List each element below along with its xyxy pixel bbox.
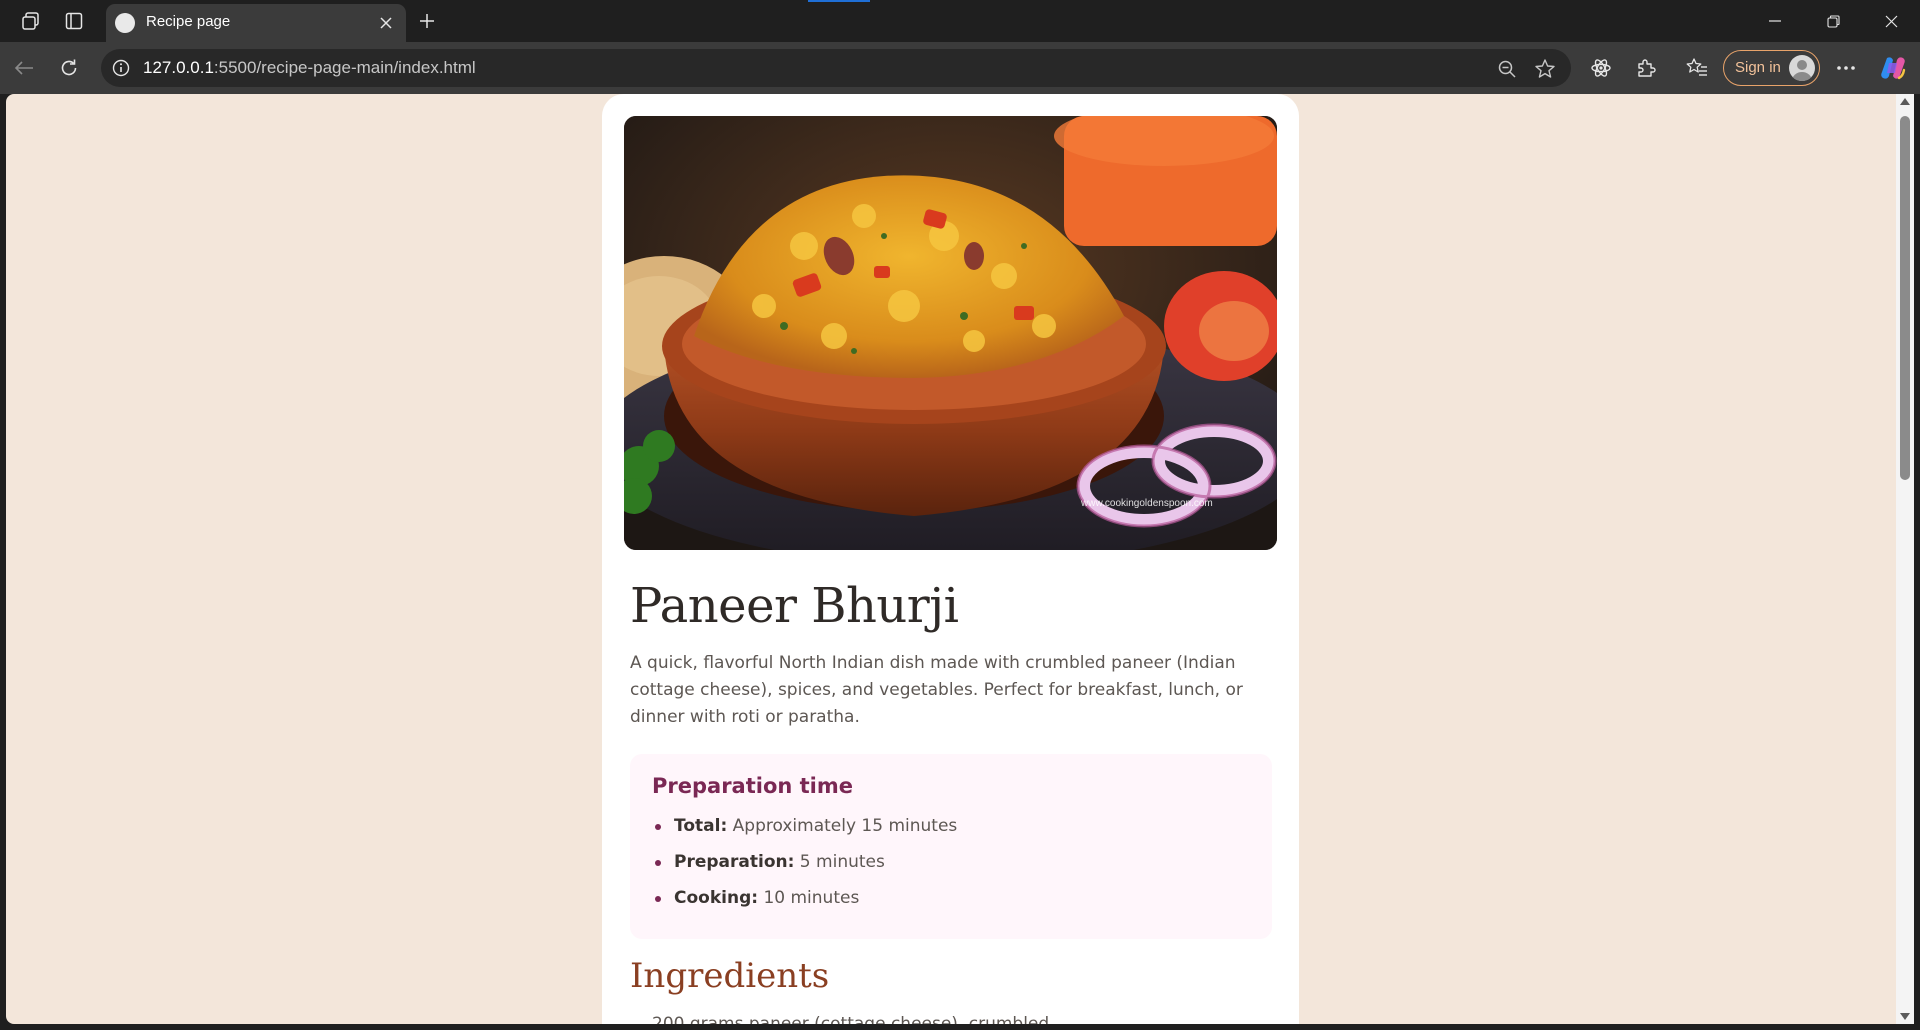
ingredient-item-partial: 200 grams paneer (cottage cheese), crumb… bbox=[652, 1014, 1050, 1024]
recipe-title: Paneer Bhurji bbox=[630, 578, 959, 634]
prep-item-value: Approximately 15 minutes bbox=[727, 816, 958, 836]
zoom-out-icon[interactable] bbox=[1495, 57, 1519, 81]
close-tab-icon[interactable] bbox=[376, 13, 396, 33]
site-info-icon[interactable] bbox=[111, 58, 131, 78]
recipe-card: www.cookingoldenspoon.com Paneer Bhurji … bbox=[602, 94, 1299, 1024]
url-path: :5500/recipe-page-main/index.html bbox=[213, 58, 476, 77]
workspaces-icon[interactable] bbox=[16, 7, 46, 35]
prep-item-label: Preparation: bbox=[674, 852, 795, 872]
more-options-icon[interactable] bbox=[1829, 51, 1863, 85]
scroll-down-icon[interactable] bbox=[1900, 1013, 1910, 1020]
sign-in-label: Sign in bbox=[1735, 59, 1781, 76]
sign-in-button[interactable]: Sign in bbox=[1723, 50, 1820, 86]
page-favicon-icon bbox=[115, 13, 135, 33]
extensions-icon[interactable] bbox=[1629, 51, 1663, 85]
prep-item-label: Total: bbox=[674, 816, 728, 836]
prep-item-label: Cooking: bbox=[674, 888, 759, 908]
recipe-image: www.cookingoldenspoon.com bbox=[624, 116, 1277, 550]
restore-icon[interactable] bbox=[1805, 0, 1861, 42]
url-text[interactable]: 127.0.0.1:5500/recipe-page-main/index.ht… bbox=[143, 58, 476, 78]
favorites-collection-icon[interactable] bbox=[1680, 51, 1714, 85]
preparation-heading: Preparation time bbox=[652, 774, 854, 798]
refresh-icon[interactable] bbox=[52, 51, 86, 85]
prep-item-value: 5 minutes bbox=[794, 852, 885, 872]
address-bar[interactable]: 127.0.0.1:5500/recipe-page-main/index.ht… bbox=[101, 49, 1571, 87]
scroll-up-icon[interactable] bbox=[1900, 98, 1910, 105]
copilot-icon[interactable] bbox=[1876, 51, 1910, 85]
tab-actions-icon[interactable] bbox=[59, 7, 89, 35]
page-viewport: www.cookingoldenspoon.com Paneer Bhurji … bbox=[6, 94, 1896, 1024]
avatar-icon bbox=[1789, 55, 1815, 81]
new-tab-icon[interactable] bbox=[412, 7, 442, 35]
image-watermark: www.cookingoldenspoon.com bbox=[1081, 498, 1213, 509]
window-bottom-edge bbox=[0, 1024, 1920, 1030]
prep-item-value: 10 minutes bbox=[758, 888, 860, 908]
preparation-time-box: Preparation time Total: Approximately 15… bbox=[630, 754, 1272, 939]
preparation-list: Total: Approximately 15 minutes Preparat… bbox=[652, 816, 957, 924]
minimize-icon[interactable] bbox=[1747, 0, 1803, 42]
page-scrollbar[interactable] bbox=[1896, 94, 1914, 1024]
tab-title: Recipe page bbox=[146, 13, 231, 30]
url-host: 127.0.0.1 bbox=[143, 58, 214, 77]
ingredients-heading: Ingredients bbox=[630, 956, 830, 996]
prep-item-total: Total: Approximately 15 minutes bbox=[652, 816, 957, 852]
drag-accent bbox=[808, 0, 870, 2]
scroll-thumb[interactable] bbox=[1900, 116, 1910, 480]
prep-item-preparation: Preparation: 5 minutes bbox=[652, 852, 957, 888]
back-icon[interactable] bbox=[7, 51, 41, 85]
tab-recipe-page[interactable]: Recipe page bbox=[106, 4, 406, 42]
favorite-star-icon[interactable] bbox=[1533, 57, 1557, 81]
browser-toolbar: 127.0.0.1:5500/recipe-page-main/index.ht… bbox=[0, 42, 1920, 94]
copilot-atom-icon[interactable] bbox=[1584, 51, 1618, 85]
prep-item-cooking: Cooking: 10 minutes bbox=[652, 888, 957, 924]
recipe-description: A quick, flavorful North Indian dish mad… bbox=[630, 653, 1243, 727]
browser-titlebar: Recipe page bbox=[0, 0, 1920, 42]
close-window-icon[interactable] bbox=[1863, 0, 1919, 42]
